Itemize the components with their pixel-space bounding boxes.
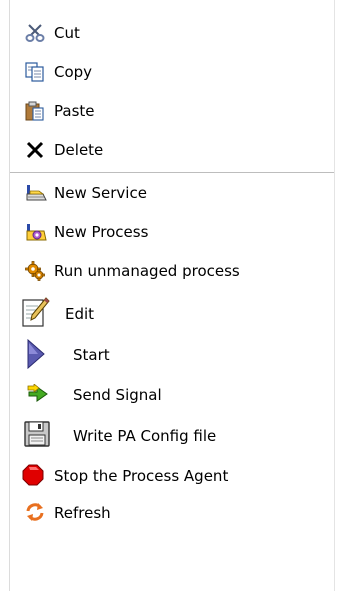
menu-item-label: Send Signal <box>73 386 162 404</box>
scissors-icon <box>25 23 45 43</box>
menu-item-edit[interactable]: Edit <box>10 293 334 335</box>
menu-item-label: Stop the Process Agent <box>54 467 229 485</box>
menu-item-label: Copy <box>54 63 93 81</box>
refresh-icon <box>25 502 45 522</box>
menu-item-send-signal[interactable]: Send Signal <box>10 375 334 415</box>
menu-item-label: Edit <box>65 305 95 323</box>
menu-item-label: New Service <box>54 184 147 202</box>
menu-separator <box>10 172 334 173</box>
paste-icon <box>25 101 45 121</box>
menu-item-label: Delete <box>54 141 104 159</box>
menu-item-refresh[interactable]: Refresh <box>10 495 334 529</box>
menu-item-delete[interactable]: Delete <box>10 134 334 168</box>
menu-item-new-service[interactable]: New Service <box>10 177 334 211</box>
menu-item-start[interactable]: Start <box>10 335 334 375</box>
edit-pencil-icon <box>22 296 50 328</box>
menu-item-label: Paste <box>54 102 95 120</box>
menu-item-cut[interactable]: Cut <box>10 17 334 51</box>
menu-item-label: Refresh <box>54 504 111 522</box>
floppy-disk-icon <box>24 421 50 447</box>
context-menu: Cut Copy Paste Delete New Service New Pr… <box>0 0 337 591</box>
menu-item-stop-the-process-agent[interactable]: Stop the Process Agent <box>10 458 334 492</box>
copy-icon <box>25 62 45 82</box>
delete-x-icon <box>25 140 45 160</box>
menu-item-new-process[interactable]: New Process <box>10 216 334 250</box>
menu-item-run-unmanaged-process[interactable]: Run unmanaged process <box>10 255 334 289</box>
menu-item-paste[interactable]: Paste <box>10 95 334 129</box>
menu-item-label: Start <box>73 346 110 364</box>
menu-item-copy[interactable]: Copy <box>10 56 334 90</box>
start-triangle-icon <box>26 339 46 369</box>
stop-red-icon <box>22 464 44 486</box>
new-service-icon <box>25 183 47 203</box>
menu-item-label: Run unmanaged process <box>54 262 240 280</box>
menu-item-write-pa-config-file[interactable]: Write PA Config file <box>10 415 334 457</box>
menu-item-label: New Process <box>54 223 149 241</box>
menu-item-label: Cut <box>54 24 80 42</box>
signal-arrow-icon <box>27 384 49 404</box>
menu-right-border <box>334 0 335 591</box>
menu-item-label: Write PA Config file <box>73 427 217 445</box>
new-process-icon <box>25 222 47 242</box>
gear-icon <box>25 261 45 281</box>
